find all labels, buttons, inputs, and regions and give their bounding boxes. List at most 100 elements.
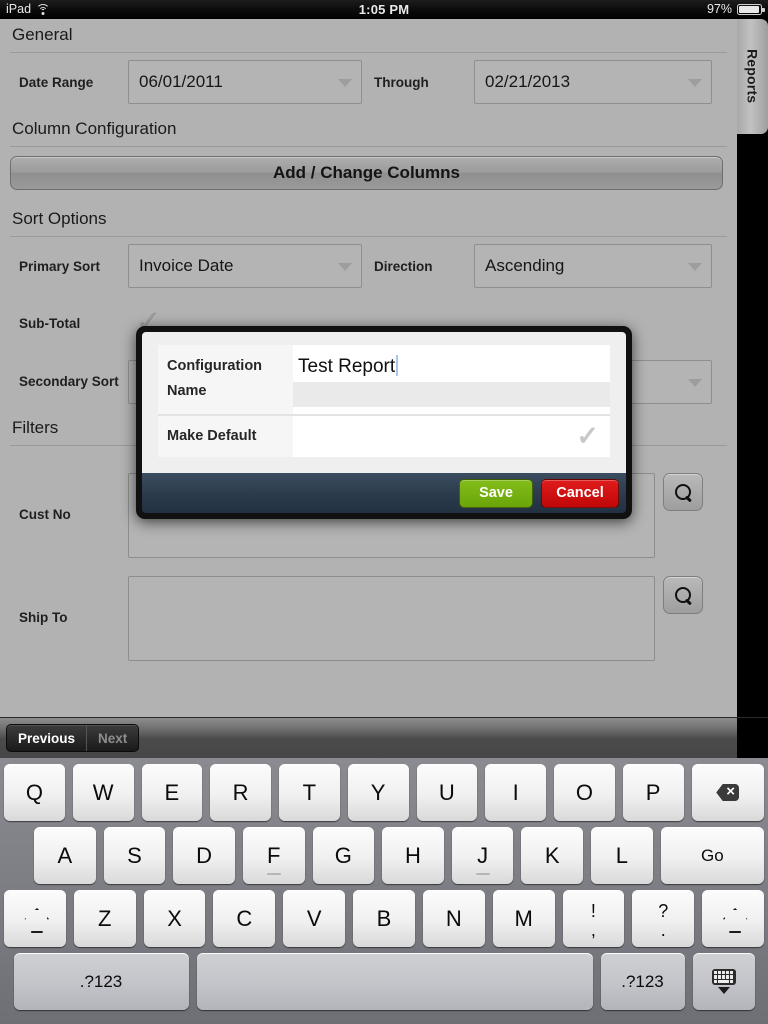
save-button[interactable]: Save — [459, 478, 533, 508]
battery-icon — [737, 4, 765, 15]
dialog-row-make-default: Make Default ✓ — [158, 414, 610, 457]
search-icon — [674, 586, 692, 604]
section-general: General — [10, 19, 727, 53]
key-r[interactable]: R — [210, 764, 271, 821]
key-shift-left[interactable] — [4, 890, 66, 947]
date-range-to-value: 02/21/2013 — [485, 72, 571, 91]
cust-no-search-button[interactable] — [663, 473, 703, 511]
key-exclamation-comma[interactable]: ! , — [562, 890, 625, 947]
key-x[interactable]: X — [143, 890, 206, 947]
key-space[interactable] — [196, 953, 593, 1010]
key-d[interactable]: D — [173, 827, 235, 884]
sub-total-label: Sub-Total — [19, 315, 81, 331]
key-p[interactable]: P — [622, 764, 684, 821]
key-b[interactable]: B — [353, 890, 415, 947]
key-n[interactable]: N — [422, 890, 485, 947]
backspace-icon — [716, 782, 739, 802]
primary-sort-row: Primary Sort Invoice Date Direction Asce… — [10, 237, 727, 295]
key-f[interactable]: F — [242, 827, 305, 884]
key-hide-keyboard[interactable] — [692, 953, 755, 1010]
next-button[interactable]: Next — [86, 725, 138, 751]
cust-no-label: Cust No — [19, 507, 71, 522]
secondary-sort-label: Secondary Sort — [19, 374, 119, 389]
dialog-body: Configuration Name Test Report Make Defa… — [142, 332, 626, 473]
direction-select[interactable]: Ascending — [474, 244, 712, 288]
ship-to-label: Ship To — [19, 610, 68, 625]
direction-label: Direction — [374, 258, 433, 274]
key-m[interactable]: M — [492, 890, 555, 947]
key-q[interactable]: Q — [4, 764, 65, 821]
configuration-name-input[interactable]: Test Report — [293, 345, 610, 382]
hide-keyboard-icon — [711, 969, 737, 995]
key-backspace[interactable] — [691, 764, 764, 821]
key-numeric-left[interactable]: .?123 — [13, 953, 189, 1010]
key-go[interactable]: Go — [660, 827, 764, 884]
key-c[interactable]: C — [213, 890, 276, 947]
key-l[interactable]: L — [591, 827, 653, 884]
chevron-down-icon — [338, 79, 352, 87]
status-bar-right: 97% — [706, 0, 765, 19]
chevron-down-icon — [688, 263, 702, 271]
key-u[interactable]: U — [416, 764, 478, 821]
keyboard-row-2: A S D F G H J K L Go — [4, 827, 764, 884]
accessory-right-gutter — [737, 718, 768, 759]
configuration-name-label: Configuration Name — [158, 345, 293, 414]
key-v[interactable]: V — [283, 890, 346, 947]
dialog-row-filler — [293, 382, 610, 407]
previous-button[interactable]: Previous — [7, 725, 86, 751]
key-g[interactable]: G — [312, 827, 375, 884]
status-bar: iPad 1:05 PM 97% — [0, 0, 768, 19]
prev-next-group: Previous Next — [6, 724, 140, 752]
keyboard-row-1: Q W E R T Y U I O P — [4, 764, 764, 821]
keyboard-accessory-bar: Previous Next — [0, 717, 768, 759]
dialog-footer: Save Cancel — [142, 473, 626, 513]
key-e[interactable]: E — [141, 764, 203, 821]
keyboard-row-4: .?123 .?123 — [4, 953, 764, 1010]
key-shift-right[interactable] — [702, 890, 764, 947]
key-o[interactable]: O — [554, 764, 615, 821]
key-z[interactable]: Z — [73, 890, 136, 947]
key-h[interactable]: H — [382, 827, 444, 884]
key-k[interactable]: K — [521, 827, 583, 884]
make-default-checkbox[interactable]: ✓ — [293, 415, 610, 457]
ipad-screen: iPad 1:05 PM 97% Reports General Date Ra… — [0, 0, 768, 1024]
date-range-to-select[interactable]: 02/21/2013 — [474, 60, 712, 104]
date-range-from-value: 06/01/2011 — [139, 72, 223, 91]
battery-percent: 97% — [706, 2, 732, 16]
key-comma-label: , — [590, 919, 596, 940]
ship-to-row: Ship To — [10, 576, 727, 696]
status-bar-clock: 1:05 PM — [358, 2, 410, 17]
primary-sort-select[interactable]: Invoice Date — [128, 244, 362, 288]
ship-to-input[interactable] — [128, 576, 655, 661]
section-column-configuration: Column Configuration — [10, 111, 727, 147]
key-w[interactable]: W — [72, 764, 134, 821]
search-icon — [674, 483, 692, 501]
ship-to-search-button[interactable] — [663, 576, 703, 614]
date-range-row: Date Range 06/01/2011 Through 02/21/2013 — [10, 53, 727, 111]
key-exclamation-label: ! — [590, 900, 596, 921]
save-configuration-dialog: Configuration Name Test Report Make Defa… — [136, 326, 632, 519]
key-j[interactable]: J — [451, 827, 514, 884]
key-t[interactable]: T — [279, 764, 340, 821]
primary-sort-label: Primary Sort — [19, 258, 101, 274]
key-a[interactable]: A — [34, 827, 96, 884]
dialog-row-configuration-name: Configuration Name Test Report — [158, 345, 610, 415]
reports-tab[interactable]: Reports — [737, 19, 768, 134]
make-default-label: Make Default — [158, 415, 293, 457]
key-s[interactable]: S — [103, 827, 166, 884]
check-icon: ✓ — [576, 420, 599, 451]
direction-value: Ascending — [485, 256, 565, 275]
configuration-name-value: Test Report — [298, 356, 396, 377]
cancel-button[interactable]: Cancel — [541, 478, 619, 508]
key-question-period[interactable]: ? . — [632, 890, 695, 947]
key-numeric-right[interactable]: .?123 — [600, 953, 685, 1010]
reports-tab-label: Reports — [744, 49, 761, 104]
section-sort-options: Sort Options — [10, 203, 727, 237]
key-period-label: . — [660, 919, 666, 940]
date-range-from-select[interactable]: 06/01/2011 — [128, 60, 362, 104]
key-i[interactable]: I — [485, 764, 546, 821]
chevron-down-icon — [688, 79, 702, 87]
on-screen-keyboard: Q W E R T Y U I O P A S D F G H J K L Go — [0, 758, 768, 1024]
add-change-columns-button[interactable]: Add / Change Columns — [10, 156, 723, 190]
key-y[interactable]: Y — [347, 764, 409, 821]
